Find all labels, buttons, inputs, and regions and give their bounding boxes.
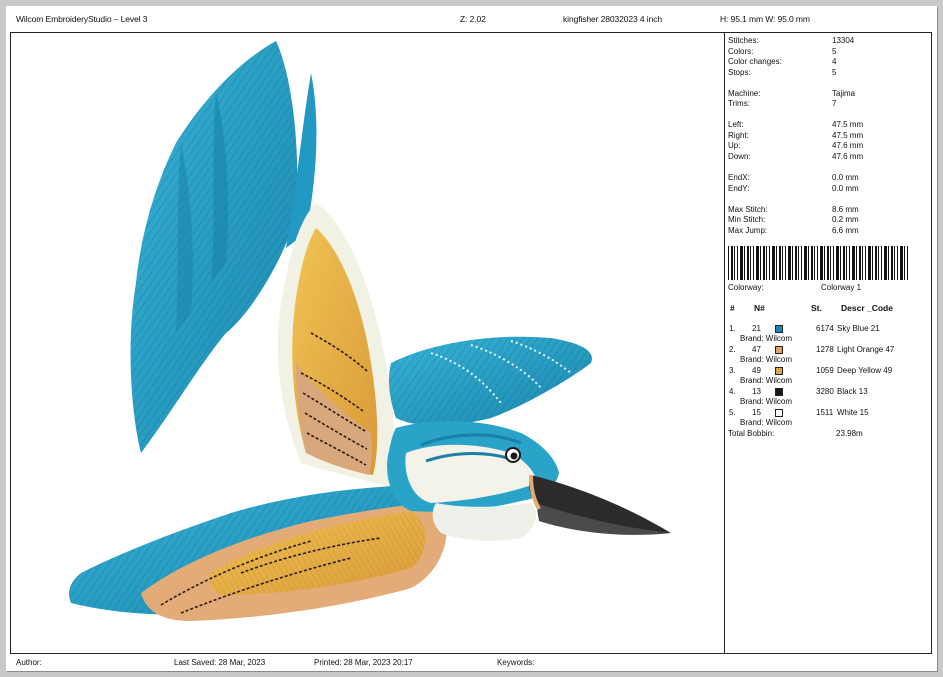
stat-trims: Trims: 7	[728, 99, 837, 108]
stat-max-jump: Max Jump: 6.6 mm	[728, 226, 859, 235]
stat-endy: EndY: 0.0 mm	[728, 184, 859, 193]
stat-left: Left: 47.5 mm	[728, 120, 864, 129]
design-dimensions: H: 95.1 mm W: 95.0 mm	[720, 14, 810, 24]
total-bobbin-label: Total Bobbin:	[728, 429, 775, 438]
zoom-level: Z: 2.02	[460, 14, 486, 24]
col-header-number: N#	[754, 303, 765, 313]
footer-printed: Printed: 28 Mar, 2023 20:17	[314, 658, 413, 667]
design-name: kingfisher 28032023 4 inch	[563, 14, 663, 24]
stat-min-stitch: Min Stitch: 0.2 mm	[728, 215, 859, 224]
col-header-index: #	[730, 303, 735, 313]
color-swatch-black	[775, 388, 783, 396]
barcode	[728, 246, 908, 280]
footer-last-saved: Last Saved: 28 Mar, 2023	[174, 658, 266, 667]
total-bobbin-value: 23.98m	[836, 429, 863, 438]
print-preview-sheet: Wilcom EmbroideryStudio – Level 3 Z: 2.0…	[6, 6, 937, 671]
col-header-stitches: St.	[811, 303, 822, 313]
footer-keywords: Keywords:	[497, 658, 535, 667]
colorway-value: Colorway 1	[821, 283, 862, 292]
stat-up: Up: 47.6 mm	[728, 141, 864, 150]
header-bar: Wilcom EmbroideryStudio – Level 3 Z: 2.0…	[6, 6, 937, 32]
color-swatch-deep-yellow	[775, 367, 783, 375]
preview-frame: Stitches: 13304 Colors: 5 Color changes: 4 …	[10, 32, 932, 654]
stat-down: Down: 47.6 mm	[728, 152, 864, 161]
stat-stops: Stops: 5	[728, 68, 837, 77]
stat-color-changes: Color changes: 4	[728, 57, 837, 66]
stat-stitches: Stitches: 13304	[728, 36, 855, 45]
footer-bar: Author: Last Saved: 28 Mar, 2023 Printed…	[6, 654, 937, 671]
col-header-description: Descr _Code	[841, 303, 893, 313]
app-title: Wilcom EmbroideryStudio – Level 3	[16, 14, 148, 24]
stitch-info-panel: Stitches: 13304 Colors: 5 Color changes: 4 …	[728, 33, 928, 653]
kingfisher-embroidery-image	[69, 41, 671, 621]
stat-endx: EndX: 0.0 mm	[728, 173, 859, 182]
color-swatch-white	[775, 409, 783, 417]
panel-divider	[724, 33, 725, 653]
footer-author: Author:	[16, 658, 42, 667]
design-preview	[11, 33, 724, 653]
colorway-label: Colorway:	[728, 283, 764, 292]
color-swatch-light-orange	[775, 346, 783, 354]
color-swatch-sky-blue	[775, 325, 783, 333]
